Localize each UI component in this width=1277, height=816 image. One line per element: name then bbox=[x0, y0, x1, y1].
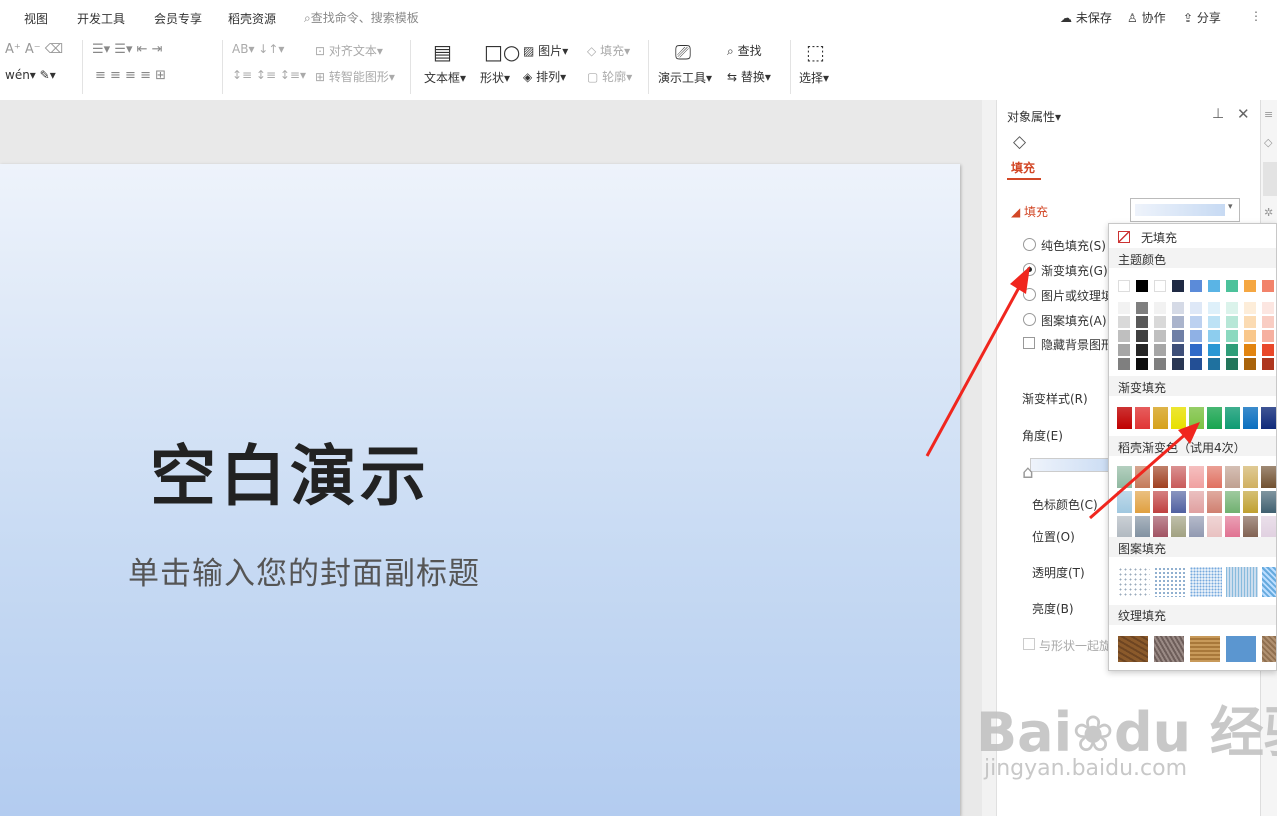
arrow-to-green-gradient bbox=[1089, 430, 1189, 520]
arrow-to-gradient-option bbox=[925, 281, 1024, 457]
arrow-head bbox=[1010, 266, 1030, 294]
baidu-watermark-url: jingyan.baidu.com bbox=[984, 756, 1188, 781]
arrow-head bbox=[1178, 422, 1200, 444]
